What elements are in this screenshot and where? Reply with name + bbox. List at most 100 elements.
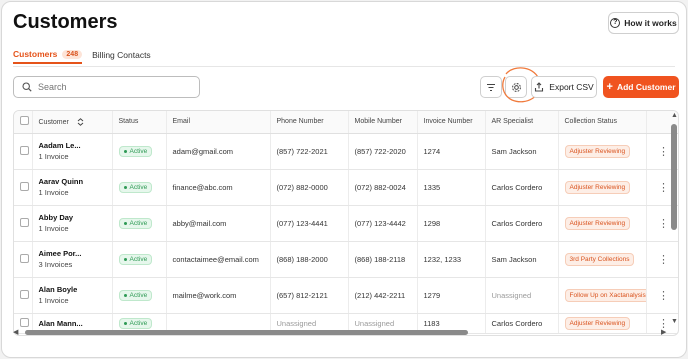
customer-name[interactable]: Alan Mann... [39, 319, 112, 328]
column-header-invoice[interactable]: Invoice Number [417, 111, 486, 134]
status-badge: Active [118, 317, 153, 329]
scroll-up-icon[interactable]: ▲ [671, 112, 678, 119]
column-header-status[interactable]: Status [112, 111, 167, 134]
more-vertical-icon[interactable]: ⋮ [658, 182, 669, 194]
column-header-collection-status[interactable]: Collection Status [558, 111, 647, 134]
invoice-number-cell[interactable]: 1335 [417, 169, 486, 206]
tab-billing-contacts-label: Billing Contacts [92, 50, 151, 60]
filter-button[interactable] [480, 76, 502, 98]
row-checkbox[interactable] [20, 181, 29, 191]
row-checkbox[interactable] [20, 253, 29, 263]
email-cell: mailme@work.com [166, 277, 271, 314]
status-cell: Active [112, 169, 167, 206]
row-checkbox[interactable] [20, 317, 29, 327]
invoice-number-cell[interactable]: 1279 [417, 277, 486, 314]
customer-cell[interactable]: Aimee Por... 3 Invoices [32, 241, 113, 278]
plus-icon: + [606, 81, 613, 93]
collection-status-badge: 3rd Party Collections [564, 252, 635, 266]
status-dot-icon [123, 221, 127, 225]
ar-specialist-cell: Sam Jackson [485, 133, 559, 170]
scroll-right-icon[interactable]: ▶ [661, 329, 666, 336]
more-vertical-icon[interactable]: ⋮ [658, 146, 669, 158]
scroll-down-icon[interactable]: ▼ [671, 318, 678, 325]
status-badge: Active [118, 181, 153, 193]
ar-specialist-cell: Unassigned [485, 277, 559, 314]
column-header-phone[interactable]: Phone Number [270, 111, 349, 134]
status-cell: Active [112, 133, 167, 170]
phone-cell: (857) 722-2021 [270, 133, 349, 170]
customer-cell[interactable]: Abby Day 1 Invoice [32, 205, 113, 242]
customer-invoice-count: 1 Invoice [38, 152, 69, 161]
more-vertical-icon[interactable]: ⋮ [658, 218, 669, 230]
phone-cell: (657) 812-2121 [270, 277, 349, 314]
ar-specialist-name: Unassigned [491, 290, 532, 300]
ar-specialist-name: Carlos Cordero [491, 182, 543, 192]
status-label: Active [129, 319, 148, 327]
status-label: Active [129, 291, 148, 299]
customer-name[interactable]: Alan Boyle [39, 285, 112, 294]
search-box[interactable] [13, 76, 200, 98]
phone-cell: (072) 882-0000 [270, 169, 349, 206]
collection-status-badge: Follow Up on Xactanalysis [564, 288, 645, 302]
more-vertical-icon[interactable]: ⋮ [658, 290, 669, 302]
customer-cell[interactable]: Alan Boyle 1 Invoice [32, 277, 113, 314]
vertical-scroll-thumb[interactable] [671, 124, 677, 230]
row-checkbox[interactable] [20, 217, 29, 227]
status-badge: Active [118, 145, 153, 157]
collection-status-badge: Adjuster Reviewing [564, 180, 631, 194]
customer-name[interactable]: Abby Day [39, 213, 112, 222]
customer-cell[interactable]: Aadam Le... 1 Invoice [32, 133, 113, 170]
collection-status-badge: Adjuster Reviewing [564, 216, 631, 230]
status-cell: Active [112, 241, 167, 278]
ar-specialist-name: Carlos Cordero [491, 318, 543, 328]
customer-name[interactable]: Aarav Quinn [39, 177, 112, 186]
invoice-number-cell[interactable]: 1298 [417, 205, 486, 242]
tab-customers[interactable]: Customers 248 [13, 46, 83, 64]
row-checkbox[interactable] [20, 145, 29, 155]
vertical-scrollbar[interactable]: ▲ ▼ [671, 112, 678, 325]
customer-name[interactable]: Aimee Por... [39, 249, 112, 258]
row-checkbox[interactable] [20, 289, 29, 299]
email-cell: finance@abc.com [166, 169, 271, 206]
collection-status-cell: Adjuster Reviewing [558, 133, 647, 170]
status-dot-icon [123, 293, 127, 297]
select-all-checkbox[interactable] [20, 116, 29, 126]
status-badge: Active [118, 217, 153, 229]
customer-cell[interactable]: Aarav Quinn 1 Invoice [32, 169, 113, 206]
tab-billing-contacts[interactable]: Billing Contacts [92, 46, 151, 64]
horizontal-scrollbar[interactable]: ◀ ▶ [13, 328, 671, 336]
horizontal-scroll-thumb[interactable] [25, 330, 468, 335]
table-row[interactable]: Aimee Por... 3 Invoices Active contactaimee… [14, 241, 678, 278]
gear-icon [511, 82, 521, 92]
invoice-number-cell[interactable]: 1232, 1233 [417, 241, 486, 278]
column-header-email[interactable]: Email [166, 111, 271, 134]
more-vertical-icon[interactable]: ⋮ [658, 254, 669, 266]
table-row[interactable]: Abby Day 1 Invoice Active abby@mail.com (077… [14, 205, 678, 242]
how-it-works-button[interactable]: ? How it works [608, 12, 679, 34]
column-header-ar-specialist[interactable]: AR Specialist [485, 111, 559, 134]
add-customer-button[interactable]: + Add Customer [603, 76, 679, 98]
mobile-cell: (077) 123-4442 [348, 205, 418, 242]
status-dot-icon [123, 321, 127, 325]
table-row[interactable]: Aadam Le... 1 Invoice Active adam@gmail.com… [14, 133, 678, 170]
settings-button[interactable] [505, 76, 527, 98]
column-header-customer[interactable]: Customer [32, 111, 113, 134]
how-it-works-label: How it works [624, 18, 677, 28]
export-csv-button[interactable]: Export CSV [531, 76, 597, 98]
customer-name[interactable]: Aadam Le... [39, 141, 112, 150]
table-row[interactable]: Alan Boyle 1 Invoice Active mailme@work.com… [14, 277, 678, 314]
page-title: Customers [13, 11, 118, 33]
mobile-cell: (072) 882-0024 [348, 169, 418, 206]
table-row[interactable]: Aarav Quinn 1 Invoice Active finance@abc.co… [14, 169, 678, 206]
sort-icon[interactable] [77, 117, 84, 126]
status-dot-icon [123, 185, 127, 189]
search-input[interactable] [38, 82, 188, 92]
tab-customers-label: Customers [13, 49, 58, 59]
column-header-mobile[interactable]: Mobile Number [348, 111, 418, 134]
customers-table: Customer Status Email Phone Number Mobil… [13, 110, 679, 336]
scroll-left-icon[interactable]: ◀ [13, 329, 18, 336]
row-select-cell [14, 241, 33, 278]
invoice-number-cell[interactable]: 1274 [417, 133, 486, 170]
email-cell: contactaimee@email.com [166, 241, 271, 278]
mobile-cell: (212) 442-2211 [348, 277, 418, 314]
